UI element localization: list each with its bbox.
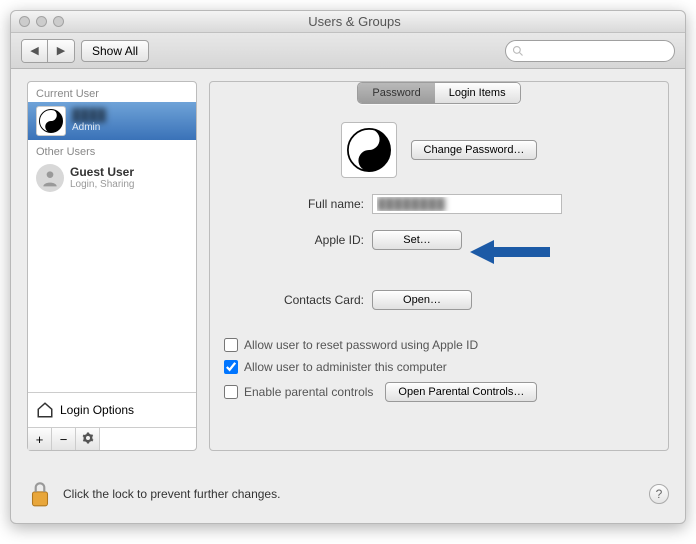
parental-controls-checkbox[interactable]	[224, 385, 238, 399]
remove-user-button[interactable]: −	[52, 428, 76, 450]
traffic-lights	[19, 16, 64, 27]
close-icon[interactable]	[19, 16, 30, 27]
main-panel: Password Login Items Change Password… Fu…	[209, 81, 669, 451]
person-icon	[36, 164, 64, 192]
toolbar: ◀ ▶ Show All	[11, 33, 685, 69]
current-user-header: Current User	[28, 82, 196, 102]
search-icon	[512, 45, 524, 57]
lock-icon[interactable]	[27, 479, 53, 509]
gear-icon	[82, 432, 94, 444]
set-apple-id-button[interactable]: Set…	[372, 230, 462, 250]
tabs: Password Login Items	[357, 82, 520, 104]
apple-id-label: Apple ID:	[224, 233, 364, 247]
login-options[interactable]: Login Options	[28, 392, 196, 427]
add-user-button[interactable]: +	[28, 428, 52, 450]
search-field[interactable]	[505, 40, 675, 62]
login-options-label: Login Options	[60, 403, 134, 417]
full-name-label: Full name:	[224, 197, 364, 211]
arrow-annotation-icon	[470, 237, 550, 267]
administer-checkbox[interactable]	[224, 360, 238, 374]
titlebar: Users & Groups	[11, 11, 685, 33]
other-users-header: Other Users	[28, 140, 196, 160]
sidebar-footer-buttons: + −	[28, 427, 196, 450]
show-all-button[interactable]: Show All	[81, 40, 149, 62]
tab-login-items[interactable]: Login Items	[435, 83, 520, 103]
open-contacts-button[interactable]: Open…	[372, 290, 472, 310]
sidebar-current-user[interactable]: ████ Admin	[28, 102, 196, 140]
open-parental-controls-button[interactable]: Open Parental Controls…	[385, 382, 537, 402]
reset-password-checkbox[interactable]	[224, 338, 238, 352]
current-user-name: ████	[72, 109, 106, 122]
current-user-role: Admin	[72, 122, 106, 133]
full-name-field[interactable]	[372, 194, 562, 214]
yin-yang-icon	[347, 128, 391, 172]
sidebar-guest-user[interactable]: Guest User Login, Sharing	[28, 160, 196, 196]
forward-button[interactable]: ▶	[48, 40, 74, 62]
nav-buttons: ◀ ▶	[21, 39, 75, 63]
parental-controls-label: Enable parental controls	[244, 385, 373, 399]
contacts-card-label: Contacts Card:	[224, 293, 364, 307]
lock-text: Click the lock to prevent further change…	[63, 487, 280, 501]
yin-yang-icon	[36, 106, 66, 136]
minimize-icon[interactable]	[36, 16, 47, 27]
zoom-icon[interactable]	[53, 16, 64, 27]
footer: Click the lock to prevent further change…	[27, 479, 669, 509]
user-sidebar: Current User ████ Admin Other Users Gues…	[27, 81, 197, 451]
back-button[interactable]: ◀	[22, 40, 48, 62]
help-button[interactable]: ?	[649, 484, 669, 504]
tab-password[interactable]: Password	[358, 83, 434, 103]
home-icon	[36, 401, 54, 419]
administer-label: Allow user to administer this computer	[244, 360, 447, 374]
reset-password-label: Allow user to reset password using Apple…	[244, 338, 478, 352]
action-gear-button[interactable]	[76, 428, 100, 450]
window-title: Users & Groups	[64, 14, 645, 29]
change-password-button[interactable]: Change Password…	[411, 140, 538, 160]
user-avatar[interactable]	[341, 122, 397, 178]
guest-user-role: Login, Sharing	[70, 179, 135, 190]
guest-user-name: Guest User	[70, 166, 135, 179]
